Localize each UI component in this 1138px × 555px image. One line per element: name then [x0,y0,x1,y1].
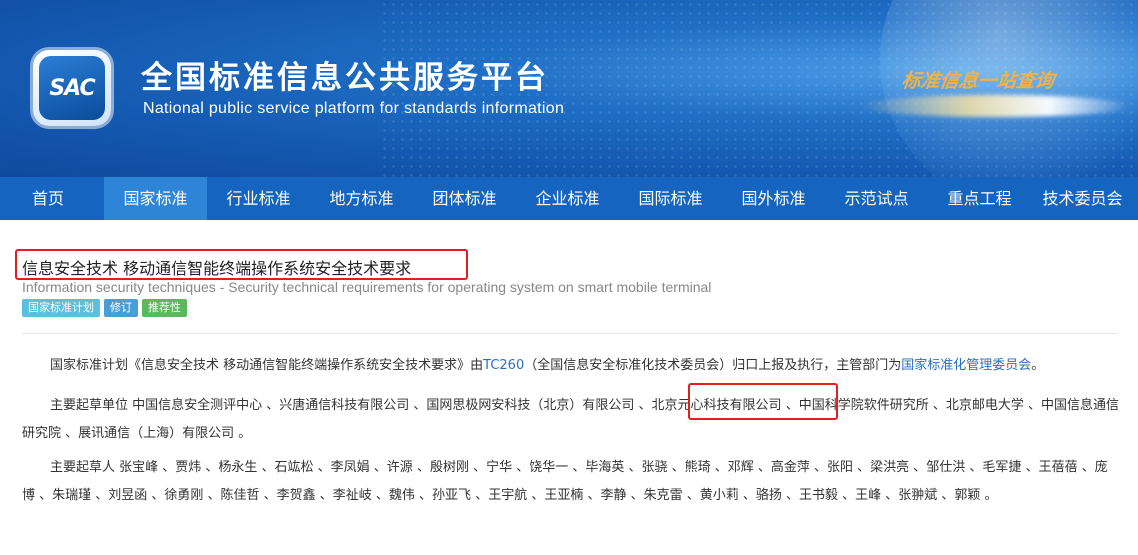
drafters-list: 张宝峰 、贾炜 、杨永生 、石竑松 、李凤娟 、许源 、殷树刚 、宁华 、饶华一… [22,460,1108,503]
main-nav: 首页 国家标准 行业标准 地方标准 团体标准 企业标准 国际标准 国外标准 示范… [0,177,1138,220]
site-subtitle: National public service platform for sta… [143,100,565,117]
nav-group-standards[interactable]: 团体标准 [413,177,516,220]
nav-foreign-standards[interactable]: 国外标准 [722,177,825,220]
status-badges: 国家标准计划 修订 推荐性 [22,299,187,317]
sac-logo-text: SAC [49,76,95,101]
page-title: 信息安全技术 移动通信智能终端操作系统安全技术要求 [22,259,412,278]
drafters-paragraph: 主要起草人 张宝峰 、贾炜 、杨永生 、石竑松 、李凤娟 、许源 、殷树刚 、宁… [22,454,1120,510]
nav-technical-committees[interactable]: 技术委员会 [1031,177,1134,220]
nav-demonstration-pilots[interactable]: 示范试点 [825,177,928,220]
nav-international-standards[interactable]: 国际标准 [619,177,722,220]
divider [22,333,1118,334]
light-streak-graphic [860,95,1130,117]
drafting-unit-highlight-box [688,383,838,420]
tc260-link[interactable]: TC260 [483,358,524,373]
nav-enterprise-standards[interactable]: 企业标准 [516,177,619,220]
slogan: 标准信息一站查询 [900,70,1056,92]
badge-plan-type: 国家标准计划 [22,299,100,317]
page-title-en: Information security techniques - Securi… [22,279,712,295]
site-title: 全国标准信息公共服务平台 [141,60,549,96]
drafting-units-paragraph: 主要起草单位 中国信息安全测评中心 、兴唐通信科技有限公司 、国网思极网安科技（… [22,392,1120,448]
drafting-units-before: 中国信息安全测评中心 、兴唐通信科技有限公司 、国网思极网安科技（北京）有限公司… [128,398,652,413]
plan-middle-text: （全国信息安全标准化技术委员会）归口上报及执行，主管部门为 [524,358,902,373]
drafters-label: 主要起草人 [50,460,116,475]
sac-logo[interactable]: SAC [33,50,111,126]
sac-department-link[interactable]: 国家标准化管理委员会 [901,358,1031,373]
plan-suffix-text: 。 [1031,358,1045,373]
badge-recommended: 推荐性 [142,299,187,317]
plan-prefix-text: 国家标准计划《信息安全技术 移动通信智能终端操作系统安全技术要求》由 [50,358,484,373]
nav-key-projects[interactable]: 重点工程 [928,177,1031,220]
drafting-units-label: 主要起草单位 [50,398,129,413]
plan-paragraph: 国家标准计划《信息安全技术 移动通信智能终端操作系统安全技术要求》由TC260（… [22,352,1120,380]
nav-local-standards[interactable]: 地方标准 [310,177,413,220]
nav-national-standards[interactable]: 国家标准 [104,177,207,220]
badge-revision: 修订 [104,299,138,317]
nav-home[interactable]: 首页 [0,177,96,220]
nav-industry-standards[interactable]: 行业标准 [207,177,310,220]
header-banner: SAC 全国标准信息公共服务平台 National public service… [0,0,1138,177]
sac-logo-badge: SAC [39,56,105,120]
